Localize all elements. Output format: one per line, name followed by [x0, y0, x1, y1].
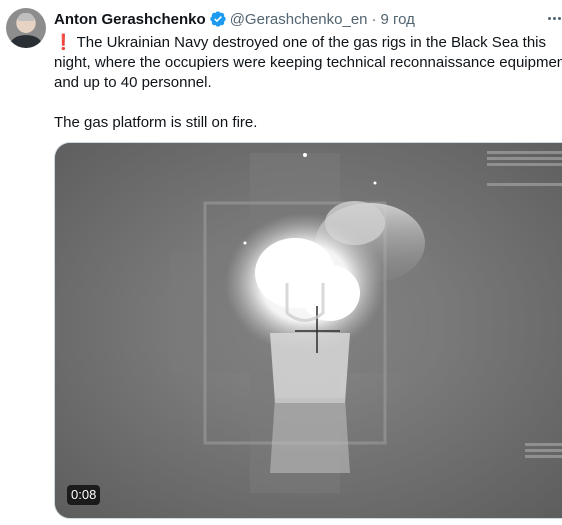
video-frame	[55, 143, 562, 518]
tweet-line-1: The Ukrainian Navy destroyed one of the …	[76, 34, 547, 51]
tweet-line-2: night, where the occupiers were keeping …	[54, 54, 562, 71]
tweet-line-3: and up to 40 personnel.	[54, 74, 212, 91]
author-avatar[interactable]	[6, 8, 46, 48]
author-display-name[interactable]: Anton Gerashchenko	[54, 11, 206, 28]
tweet-line: ❗ The Ukrainian Navy destroyed one of th…	[54, 33, 562, 53]
more-options-button[interactable]	[546, 10, 562, 26]
tweet-line-4: The gas platform is still on fire.	[54, 114, 258, 131]
video-player[interactable]: 0:08	[54, 142, 562, 519]
avatar-shirt	[10, 35, 42, 48]
tweet-text: ❗ The Ukrainian Navy destroyed one of th…	[54, 33, 562, 133]
video-duration-badge: 0:08	[67, 485, 101, 505]
header-separator: ·	[371, 10, 377, 28]
tweet[interactable]: Anton Gerashchenko @Gerashchenko_en · 9 …	[0, 0, 562, 525]
author-handle[interactable]: @Gerashchenko_en	[230, 11, 368, 28]
verified-badge-icon	[210, 11, 226, 27]
tweet-timestamp[interactable]: 9 год	[381, 11, 415, 28]
avatar-hair	[18, 13, 34, 21]
more-dot-icon	[547, 16, 551, 20]
more-dot-icon	[557, 16, 561, 20]
more-dot-icon	[552, 16, 556, 20]
exclamation-icon: ❗	[54, 34, 73, 51]
tweet-header: Anton Gerashchenko @Gerashchenko_en · 9 …	[54, 9, 532, 29]
